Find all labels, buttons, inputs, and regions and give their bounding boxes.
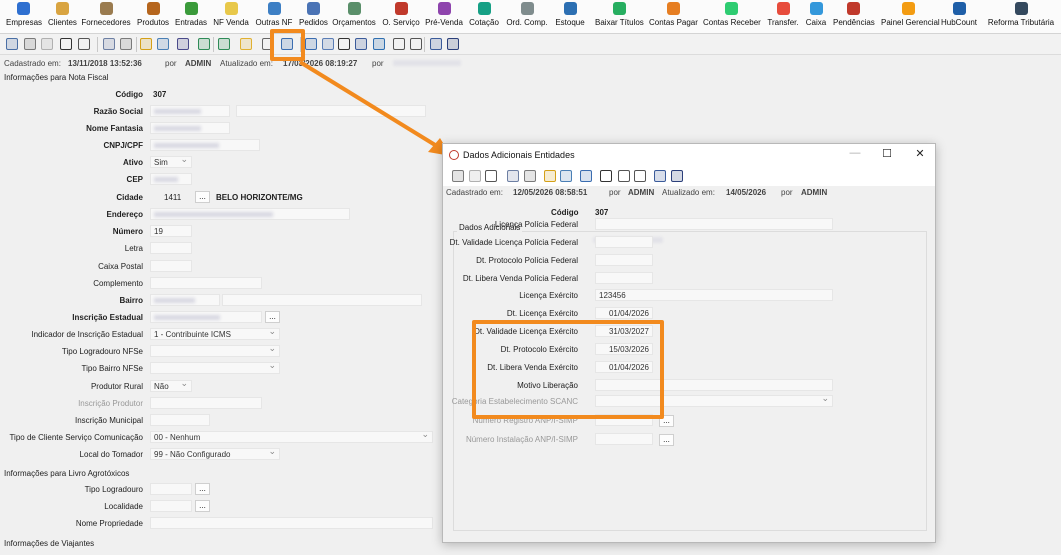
licenca-exercito-label: Licença Exército: [519, 291, 578, 300]
dt-validade-pf-input[interactable]: [595, 236, 653, 248]
anp-instalacao-lookup-button[interactable]: ...: [659, 434, 674, 446]
dt-libera-pf-input[interactable]: [595, 272, 653, 284]
dlg-updated-date: 14/05/2026: [726, 188, 767, 197]
dlg-codigo-value: 307: [595, 208, 609, 217]
tools-icon[interactable]: [618, 170, 630, 182]
dialog-titlebar[interactable]: Dados Adicionais Entidades — ☐ ✕: [443, 144, 935, 166]
dlg-updated-by-label: por: [781, 188, 793, 197]
help-icon[interactable]: [544, 170, 556, 182]
licenca-pf-label: Licença Polícia Federal: [494, 220, 578, 229]
army-fields-callout: [472, 320, 664, 419]
undo-icon[interactable]: [524, 170, 536, 182]
dlg-created-by-user: ADMIN: [628, 188, 655, 197]
dt-validade-pf-label: Dt. Validade Licença Polícia Federal: [449, 238, 578, 247]
licenca-pf-input[interactable]: [595, 218, 833, 230]
dlg-updated-by-user: ADMIN: [801, 188, 828, 197]
app-logo-icon: [449, 150, 459, 160]
save-icon[interactable]: [507, 170, 519, 182]
anp-instalacao-label: Número Instalação ANP/I-SIMP: [465, 435, 578, 444]
maximize-button[interactable]: ☐: [879, 147, 895, 162]
grid-icon[interactable]: [560, 170, 572, 182]
dlg-updated-label: Atualizado em:: [662, 188, 715, 197]
copy-icon[interactable]: [580, 170, 592, 182]
user-icon[interactable]: [654, 170, 666, 182]
edit-icon[interactable]: [452, 170, 464, 182]
dialog-toolbar: [444, 167, 934, 185]
zoom-icon[interactable]: [600, 170, 612, 182]
delete-icon[interactable]: [469, 170, 481, 182]
close-button[interactable]: ✕: [912, 147, 928, 162]
dt-licenca-exercito-label: Dt. Licença Exército: [506, 309, 578, 318]
licenca-exercito-input[interactable]: 123456: [595, 289, 833, 301]
minimize-button[interactable]: —: [847, 147, 863, 162]
book-icon[interactable]: [671, 170, 683, 182]
dlg-codigo-label: Código: [551, 208, 579, 217]
dialog-title: Dados Adicionais Entidades: [463, 150, 575, 160]
dt-protocolo-pf-input[interactable]: [595, 254, 653, 266]
dt-protocolo-pf-label: Dt. Protocolo Polícia Federal: [476, 256, 578, 265]
dlg-created-by-label: por: [609, 188, 621, 197]
print-icon[interactable]: [485, 170, 497, 182]
dlg-created-label: Cadastrado em:: [446, 188, 503, 197]
calculator-icon[interactable]: [634, 170, 646, 182]
dt-libera-pf-label: Dt. Libera Venda Polícia Federal: [462, 274, 578, 283]
dt-licenca-exercito-input[interactable]: 01/04/2026: [595, 307, 653, 319]
dlg-created-date: 12/05/2026 08:58:51: [513, 188, 588, 197]
anp-instalacao-input[interactable]: [595, 433, 653, 445]
